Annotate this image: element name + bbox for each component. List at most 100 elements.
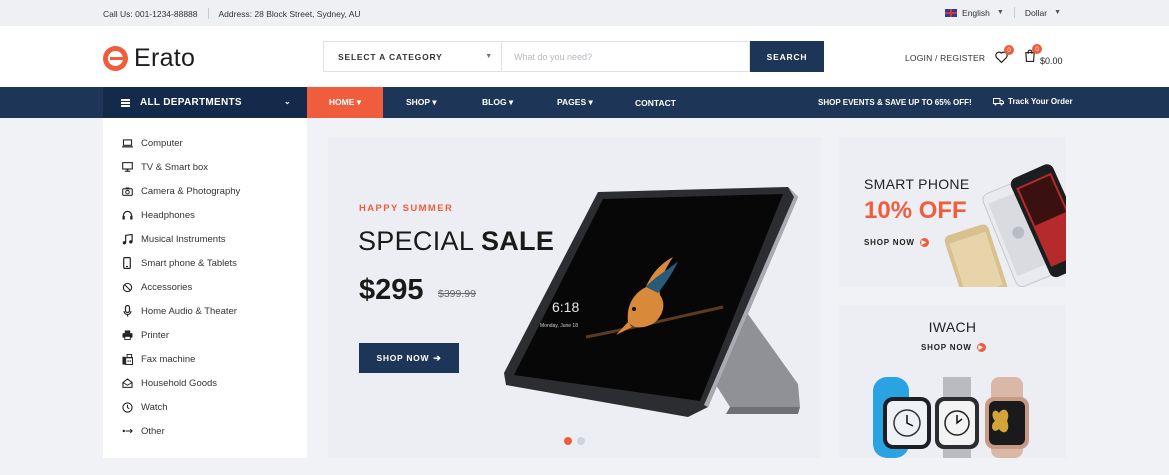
category-select[interactable]: SELECT A CATEGORY ▼ <box>323 41 501 72</box>
sidebar-item-label: Other <box>141 425 165 437</box>
printer-icon <box>121 329 133 341</box>
cart-count-badge: 0 <box>1032 44 1042 54</box>
site-header: Erato SELECT A CATEGORY ▼ SEARCH LOGIN /… <box>0 26 1169 87</box>
other-icon <box>121 425 133 437</box>
smartphones-image <box>944 164 1066 287</box>
microphone-icon <box>121 305 133 317</box>
household-icon <box>121 377 133 389</box>
sidebar-item-label: Household Goods <box>141 377 218 389</box>
search-input[interactable] <box>501 41 750 72</box>
hero-headline: SPECIAL SALE <box>358 226 554 257</box>
smartwatches-image <box>873 377 1029 458</box>
hero-old-price: $399.99 <box>438 288 476 300</box>
watch-banner[interactable]: IWACH SHOP NOW ▶ <box>839 305 1066 458</box>
chevron-down-icon: ▼ <box>1054 9 1061 16</box>
clock-icon <box>121 401 133 413</box>
hamburger-icon <box>121 98 130 107</box>
department-sidebar: Computer TV & Smart box Camera & Photogr… <box>103 118 307 458</box>
accessories-icon <box>121 281 133 293</box>
hero-button-label: SHOP NOW <box>376 353 430 363</box>
tablet-time: 6:18 <box>552 299 579 315</box>
sidebar-item-printer[interactable]: Printer <box>121 329 169 341</box>
music-note-icon <box>121 233 133 245</box>
search-bar: SELECT A CATEGORY ▼ SEARCH <box>323 41 824 72</box>
hero-price: $295 <box>359 274 424 306</box>
logo-text: Erato <box>134 44 196 72</box>
headline-light: SPECIAL <box>358 226 481 256</box>
sidebar-item-label: Musical Instruments <box>141 233 226 245</box>
smartphone-banner[interactable]: SMART PHONE 10% OFF SHOP NOW ▶ <box>839 137 1066 287</box>
sidebar-item-label: Camera & Photography <box>141 185 241 197</box>
all-departments-toggle[interactable]: ALL DEPARTMENTS ⌄ <box>103 87 307 118</box>
promo-text: SHOP EVENTS & SAVE UP TO 65% OFF! <box>818 98 972 107</box>
chevron-down-icon: ⌄ <box>283 97 291 106</box>
hero-slider: HAPPY SUMMER SPECIAL SALE $295 $399.99 S… <box>328 137 821 458</box>
fax-icon <box>121 353 133 365</box>
camera-icon <box>121 185 133 197</box>
search-button[interactable]: SEARCH <box>750 41 824 72</box>
sidebar-item-musical-instruments[interactable]: Musical Instruments <box>121 233 225 245</box>
sidebar-item-smartphones[interactable]: Smart phone & Tablets <box>121 257 237 269</box>
divider <box>1013 7 1015 18</box>
store-address: Address: 28 Block Street, Sydney, AU <box>218 8 361 19</box>
top-info-bar: Call Us: 001-1234-88888 Address: 28 Bloc… <box>0 0 1169 26</box>
computer-icon <box>121 137 133 149</box>
nav-shop[interactable]: SHOP ▾ <box>406 87 437 118</box>
smartphone-icon <box>121 257 133 269</box>
sidebar-item-label: Fax machine <box>141 353 196 365</box>
hero-eyebrow: HAPPY SUMMER <box>359 203 454 214</box>
track-order-label: Track Your Order <box>1008 97 1073 106</box>
slider-pagination <box>564 437 590 445</box>
tv-icon <box>121 161 133 173</box>
main-navigation: ALL DEPARTMENTS ⌄ HOME ▾ SHOP ▾ BLOG ▾ P… <box>0 87 1169 118</box>
phone-number: Call Us: 001-1234-88888 <box>103 8 198 19</box>
headphones-icon <box>121 209 133 221</box>
sidebar-item-label: Accessories <box>141 281 193 293</box>
language-selector[interactable]: English ▼ <box>945 8 1004 18</box>
all-departments-label: ALL DEPARTMENTS <box>140 97 242 108</box>
sidebar-item-tv[interactable]: TV & Smart box <box>121 161 208 173</box>
wishlist-count-badge: 0 <box>1004 45 1014 55</box>
divider <box>207 8 209 19</box>
nav-home[interactable]: HOME ▾ <box>307 87 383 118</box>
sidebar-item-computer[interactable]: Computer <box>121 137 183 149</box>
arrow-circle-icon: ➔ <box>433 352 442 363</box>
logo[interactable]: Erato <box>103 44 195 73</box>
nav-pages[interactable]: PAGES ▾ <box>557 87 593 118</box>
wishlist-button[interactable]: 0 <box>995 45 1014 68</box>
currency-selector[interactable]: Dollar ▼ <box>1025 8 1061 18</box>
nav-contact[interactable]: CONTACT <box>635 87 676 118</box>
slider-dot[interactable] <box>577 437 585 445</box>
sidebar-item-label: Home Audio & Theater <box>141 305 237 317</box>
nav-blog[interactable]: BLOG ▾ <box>482 87 513 118</box>
language-label: English <box>962 7 990 18</box>
sidebar-item-home-audio[interactable]: Home Audio & Theater <box>121 305 237 317</box>
cart-button[interactable]: 0 $0.00 <box>1024 44 1063 67</box>
dropdown-arrow-icon: ▼ <box>485 53 493 60</box>
sidebar-item-label: Computer <box>141 137 183 149</box>
sidebar-item-accessories[interactable]: Accessories <box>121 281 192 293</box>
category-select-label: SELECT A CATEGORY <box>338 51 443 62</box>
chevron-down-icon: ▼ <box>996 9 1004 16</box>
sidebar-item-headphones[interactable]: Headphones <box>121 209 195 221</box>
sidebar-item-label: Watch <box>141 401 168 413</box>
currency-label: Dollar <box>1024 7 1048 18</box>
sidebar-item-label: Smart phone & Tablets <box>141 257 237 269</box>
headline-bold: SALE <box>480 226 555 256</box>
truck-icon <box>993 98 1004 106</box>
sidebar-item-watch[interactable]: Watch <box>121 401 168 413</box>
sidebar-item-camera[interactable]: Camera & Photography <box>121 185 240 197</box>
cart-total: $0.00 <box>1040 55 1063 66</box>
sidebar-item-other[interactable]: Other <box>121 425 165 437</box>
hero-shop-now-button[interactable]: SHOP NOW ➔ <box>359 343 459 373</box>
uk-flag-icon <box>945 8 958 17</box>
tablet-date: Monday, June 18 <box>540 323 578 329</box>
login-register-link[interactable]: LOGIN / REGISTER <box>905 53 985 63</box>
track-order-link[interactable]: Track Your Order <box>993 97 1073 106</box>
sidebar-item-label: TV & Smart box <box>141 161 209 173</box>
sidebar-item-fax[interactable]: Fax machine <box>121 353 195 365</box>
sidebar-item-label: Headphones <box>141 209 195 221</box>
sidebar-item-household[interactable]: Household Goods <box>121 377 217 389</box>
sidebar-item-label: Printer <box>141 329 169 341</box>
slider-dot-active[interactable] <box>564 437 572 445</box>
